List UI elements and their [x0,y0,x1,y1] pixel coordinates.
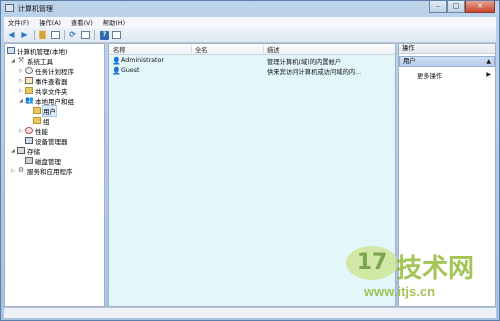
menu-view[interactable]: 查看(V) [71,18,93,27]
tree-item-device-manager[interactable]: 设备管理器 [25,136,68,146]
forward-arrow-icon[interactable]: ▶ [19,30,30,40]
tree-item-services-applications[interactable]: ▷ ⚙ 服务和应用程序 [11,166,73,176]
tree-item-event-viewer[interactable]: ▷ 事件查看器 [19,76,68,86]
watermark-text: 技术网 [396,254,475,284]
actions-title: 操作 [399,44,495,54]
actions-section-label: 用户 [403,58,416,65]
tree-item-label: 组 [43,117,50,126]
tree-item-label: 存储 [27,147,40,156]
tree-item-label: 共享文件夹 [35,87,68,96]
tree-item-label: 本地用户和组 [35,97,74,106]
tree-item-computer-management[interactable]: 计算机管理(本地) [7,46,68,56]
up-folder-icon[interactable]: ▇ [37,30,48,40]
column-description[interactable]: 描述 [267,45,280,54]
toolbar-separator [64,30,65,40]
user-description: 管理计算机(域)的内置帐户 [267,59,342,66]
disk-icon [25,157,33,164]
export-list-icon[interactable] [81,31,90,39]
console-tree: 计算机管理(本地) ◢ ⚒ 系统工具 ▷ 任务计划程序 ▷ 事件查看器 ▷ 共享… [4,43,105,307]
services-icon: ⚙ [17,166,25,174]
close-button[interactable]: ✕ [465,1,495,13]
help-icon[interactable]: ? [100,30,109,40]
column-divider[interactable] [263,45,264,53]
show-hide-tree-icon[interactable] [51,31,60,39]
refresh-icon[interactable]: ⟳ [67,30,78,40]
storage-icon [17,147,25,154]
menu-action[interactable]: 操作(A) [39,18,61,27]
tree-item-disk-management[interactable]: 磁盘管理 [25,156,61,166]
toolbar: ◀ ▶ ▇ ⟳ ? [4,28,496,43]
tree-item-local-users-groups[interactable]: ◢ 👥 本地用户和组 [19,96,74,106]
tree-item-system-tools[interactable]: ◢ ⚒ 系统工具 [11,56,53,66]
title-bar[interactable]: 计算机管理 – □ ✕ [1,1,499,17]
tree-item-groups[interactable]: 组 [33,116,50,126]
list-header: 名称 全名 描述 [109,44,395,55]
user-name: Guest [121,67,140,74]
back-arrow-icon[interactable]: ◀ [6,30,17,40]
tree-item-label: 计算机管理(本地) [17,47,68,56]
shared-folder-icon [25,87,33,94]
status-bar [4,307,496,318]
user-icon: 👤 [112,67,121,75]
watermark-logo: 17 [346,246,398,280]
user-name: Administrator [121,57,164,64]
properties-icon[interactable] [112,31,121,39]
menu-help[interactable]: 帮助(H) [103,18,125,27]
maximize-button[interactable]: □ [447,1,465,13]
folder-icon [33,107,41,114]
tree-item-label: 磁盘管理 [35,157,61,166]
tools-icon: ⚒ [17,56,25,64]
table-row[interactable]: 👤 Guest 供来宾访问计算机或访问域的内... [109,66,395,76]
tree-item-shared-folders[interactable]: ▷ 共享文件夹 [19,86,68,96]
site-watermark: 17 技术网 www.itjs.cn [346,246,491,304]
table-row[interactable]: 👤 Administrator 管理计算机(域)的内置帐户 [109,56,395,66]
event-log-icon [25,77,33,84]
toolbar-separator [34,30,35,40]
user-icon: 👤 [112,57,121,65]
tree-item-label: 服务和应用程序 [27,167,73,176]
user-description: 供来宾访问计算机或访问域的内... [267,69,362,76]
column-fullname[interactable]: 全名 [195,45,208,54]
tree-item-users[interactable]: 用户 [33,104,57,117]
computer-management-icon [5,4,14,12]
tree-item-label: 事件查看器 [35,77,68,86]
column-divider[interactable] [191,45,192,53]
tree-item-label: 用户 [42,104,57,117]
submenu-arrow-icon[interactable]: ▶ [486,71,491,78]
tree-item-label: 任务计划程序 [35,67,74,76]
folder-icon [33,117,41,124]
window-title: 计算机管理 [18,5,53,13]
tree-item-task-scheduler[interactable]: ▷ 任务计划程序 [19,66,74,76]
computer-icon [7,47,15,54]
collapse-up-icon[interactable]: ▲ [486,57,491,66]
menu-bar: 文件(F) 操作(A) 查看(V) 帮助(H) [4,17,496,28]
clock-icon [25,67,33,74]
minimize-button[interactable]: – [429,1,447,13]
toolbar-separator [94,30,95,40]
caption-buttons: – □ ✕ [429,1,495,14]
tree-item-storage[interactable]: ◢ 存储 [11,146,40,156]
actions-section-users[interactable]: 用户 ▲ [399,56,495,67]
menu-file[interactable]: 文件(F) [8,18,29,27]
mmc-window: 计算机管理 – □ ✕ 文件(F) 操作(A) 查看(V) 帮助(H) ◀ ▶ … [0,0,500,321]
performance-icon [25,127,33,134]
users-icon: 👥 [25,96,34,104]
more-actions-item[interactable]: 更多操作 [417,71,442,80]
column-name[interactable]: 名称 [113,45,126,54]
device-manager-icon [25,137,33,144]
watermark-url: www.itjs.cn [364,284,436,299]
tree-item-label: 性能 [35,127,48,136]
tree-item-label: 系统工具 [27,57,53,66]
tree-item-performance[interactable]: ▷ 性能 [19,126,48,136]
tree-item-label: 设备管理器 [35,137,68,146]
